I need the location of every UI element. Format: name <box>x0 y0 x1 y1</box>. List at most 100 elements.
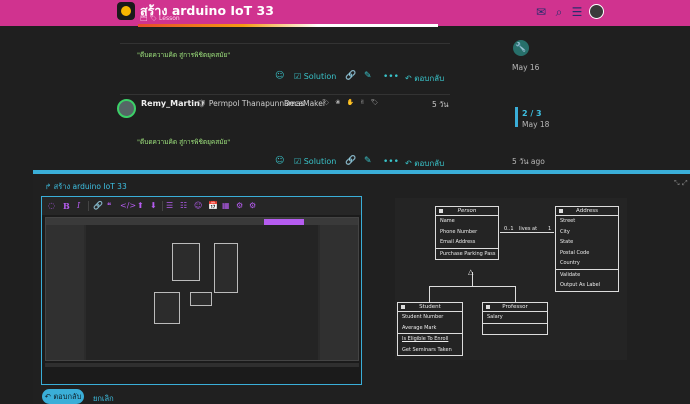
screenshot-canvas <box>86 225 318 360</box>
expand-icon[interactable]: ⤢ <box>682 179 688 188</box>
more-icon[interactable]: ••• <box>383 157 399 167</box>
toolbar-divider <box>162 201 163 211</box>
menu-icon[interactable]: ☰ <box>570 5 584 19</box>
edit-icon[interactable]: ✎ <box>364 71 372 81</box>
header-progress-strip <box>138 24 438 27</box>
emoji-icon[interactable]: ☺ <box>194 201 202 210</box>
uml-attribute: State <box>560 239 574 245</box>
link-icon[interactable]: 🔗 <box>93 201 103 210</box>
uml-operation: Get Seminars Taken <box>402 346 452 353</box>
check-box-icon: ☑ <box>294 72 304 81</box>
reply-to-topic: ↱ สร้าง arduino IoT 33 <box>45 181 127 193</box>
solution-button[interactable]: ☑ Solution <box>294 72 336 81</box>
solution-button[interactable]: ☑ Solution <box>294 157 336 166</box>
avatar[interactable] <box>117 99 136 118</box>
association-left-multiplicity: 0..1 <box>504 226 514 232</box>
check-box-icon: ☑ <box>294 157 304 166</box>
editor-statusbar <box>45 363 359 367</box>
cancel-button[interactable]: ยกเลิก <box>93 393 114 404</box>
code-icon[interactable]: </> <box>120 201 136 210</box>
timeline-handle[interactable] <box>515 107 518 127</box>
composer-editor[interactable]: ◌ B I 🔗 ❝ </> ⬆ ⬇ ☰ ☷ ☺ 📅 ▦ ⚙ ⚙ <box>41 196 362 385</box>
association-right-multiplicity: 1 <box>548 226 552 232</box>
reply-label: ตอบกลับ <box>414 74 445 83</box>
class-icon <box>401 305 405 309</box>
wrench-icon[interactable]: 🔧 <box>513 40 529 56</box>
timeline-start-date[interactable]: May 16 <box>512 63 539 72</box>
reply-button[interactable]: ↶ ตอบกลับ <box>405 157 444 170</box>
generalization-line <box>429 286 430 302</box>
generalization-line <box>515 286 516 302</box>
mini-class-box <box>172 243 200 281</box>
topic-page: สร้าง arduino IoT 33 🗂 🏷 Lesson ✉ ⌕ ☰ "ด… <box>0 0 690 404</box>
post-date[interactable]: 5 วัน <box>432 99 449 111</box>
mini-class-box <box>154 292 180 324</box>
uml-class-name: Student <box>419 304 441 310</box>
uml-operation: Is Eligible To Enroll <box>402 336 449 342</box>
quote-icon[interactable]: ❝ <box>107 201 111 210</box>
upload-icon[interactable]: ⬆ <box>137 201 144 210</box>
uml-attribute: Salary <box>487 314 503 320</box>
italic-icon[interactable]: I <box>77 201 80 210</box>
uml-attribute: Email Address <box>440 239 476 245</box>
uml-class-professor: Professor Salary <box>482 302 548 335</box>
search-icon[interactable]: ⌕ <box>552 5 566 19</box>
calendar-icon[interactable]: 📅 <box>208 201 218 210</box>
mini-class-box <box>190 292 212 306</box>
share-arrow-icon: ↱ <box>45 182 54 191</box>
uml-attribute: Phone Number <box>440 228 478 235</box>
submit-reply-button[interactable]: ↶ ตอบกลับ <box>42 389 84 404</box>
preview-image: Person Name Phone Number Email Address P… <box>395 198 627 360</box>
reply-arrow-icon: ↶ <box>44 392 54 401</box>
collapse-icon[interactable]: ⤡ <box>674 179 680 188</box>
uml-operation: Purchase Parking Pass <box>440 250 496 257</box>
link-icon[interactable]: 🔗 <box>345 156 356 166</box>
timeline-end-date[interactable]: 5 วัน ago <box>512 156 545 168</box>
post-quote: "ดีบดความคิด สู่การพิชิตยุคสมัย" <box>137 51 231 59</box>
gear-icon[interactable]: ⚙ <box>249 201 256 210</box>
uml-attribute: Street <box>560 218 576 224</box>
association-label: lives at <box>519 226 538 232</box>
more-icon[interactable]: ••• <box>383 72 399 82</box>
solution-label: Solution <box>303 157 337 166</box>
table-icon[interactable]: ▦ <box>222 201 230 210</box>
embedded-screenshot <box>45 217 359 361</box>
site-header: สร้าง arduino IoT 33 🗂 🏷 Lesson ✉ ⌕ ☰ <box>0 0 690 26</box>
current-user-avatar[interactable] <box>589 4 604 19</box>
numbered-list-icon[interactable]: ☷ <box>180 201 187 210</box>
uml-operation: Validate <box>560 271 581 278</box>
topic-category[interactable]: 🗂 🏷 Lesson <box>140 15 180 22</box>
link-icon[interactable]: 🔗 <box>345 71 356 81</box>
uml-class-student: Student Student Number Average Mark Is E… <box>397 302 463 356</box>
screenshot-shape-panel <box>46 225 84 360</box>
generalization-arrow-icon: △ <box>468 268 474 276</box>
settings-icon[interactable]: ⚙ <box>236 201 243 210</box>
post-username[interactable]: Remy_Martin <box>141 99 200 108</box>
reply-label: ตอบกลับ <box>414 159 445 168</box>
class-icon <box>439 209 443 213</box>
reply-button[interactable]: ↶ ตอบกลับ <box>405 72 444 85</box>
uml-class-person: Person Name Phone Number Email Address P… <box>435 206 499 260</box>
like-icon[interactable]: ☺ <box>275 156 284 166</box>
uml-attribute: City <box>560 228 570 235</box>
bold-icon[interactable]: B <box>63 201 70 211</box>
mini-class-box <box>214 243 238 293</box>
download-icon[interactable]: ⬇ <box>150 201 157 210</box>
reply-arrow-icon: ↶ <box>405 74 415 83</box>
like-icon[interactable]: ☺ <box>275 71 284 81</box>
edit-icon[interactable]: ✎ <box>364 156 372 166</box>
uml-attribute: Average Mark <box>402 324 437 331</box>
toolbar-divider <box>88 201 89 211</box>
reply-to-title: สร้าง arduino IoT 33 <box>53 182 127 191</box>
emoji-toggle-icon[interactable]: ◌ <box>48 201 55 210</box>
timeline-position: 2 / 3 <box>522 109 542 118</box>
post-divider <box>120 94 450 95</box>
mail-icon[interactable]: ✉ <box>534 5 548 19</box>
uml-class-header: Person <box>436 207 498 216</box>
editor-toolbar: ◌ B I 🔗 ❝ </> ⬆ ⬇ ☰ ☷ ☺ 📅 ▦ ⚙ ⚙ <box>42 197 361 215</box>
bullet-list-icon[interactable]: ☰ <box>166 201 173 210</box>
uml-attribute: Postal Code <box>560 249 590 256</box>
generalization-line <box>429 286 516 287</box>
site-logo[interactable] <box>117 2 135 20</box>
class-icon <box>486 305 490 309</box>
